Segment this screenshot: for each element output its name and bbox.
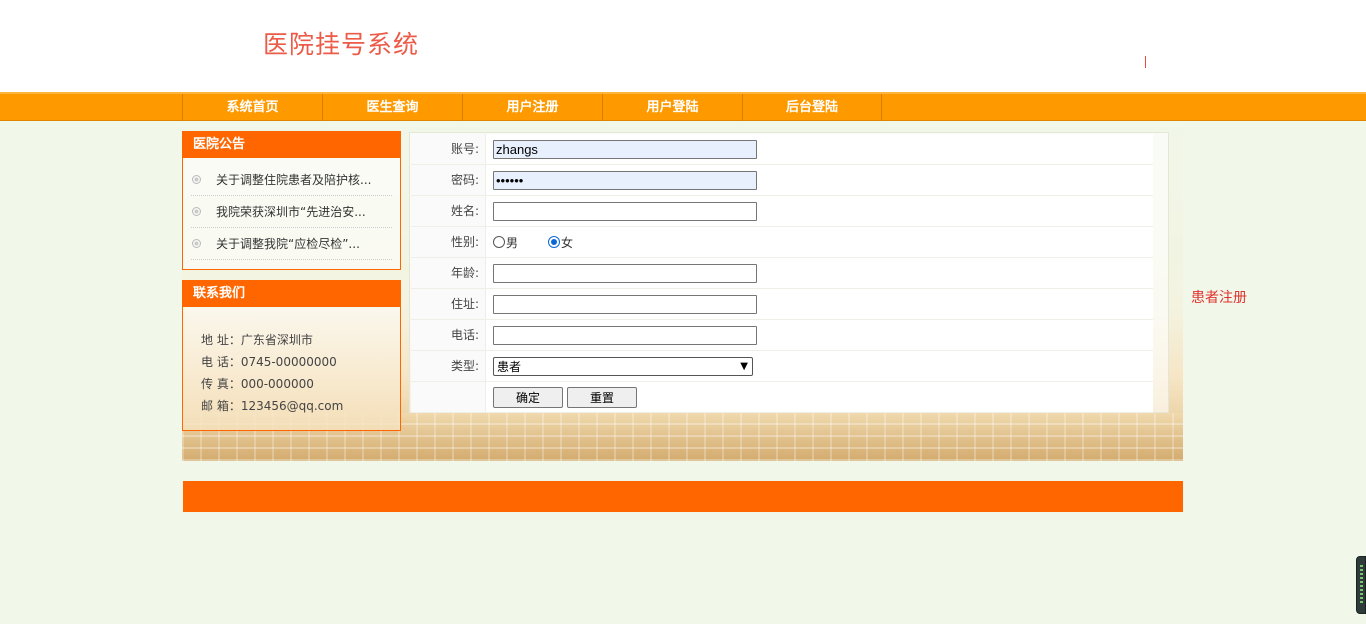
- type-select-value: 患者: [497, 359, 522, 374]
- account-input[interactable]: zhangs: [493, 139, 757, 159]
- bullet-icon: [192, 207, 201, 216]
- phone-label: 电话:: [411, 320, 486, 350]
- bullet-icon: [192, 175, 201, 184]
- notice-item[interactable]: 关于调整住院患者及陪护核...: [191, 164, 392, 196]
- contact-fax: 传 真：000-000000: [201, 377, 314, 391]
- form-row-age: 年龄:: [411, 258, 1153, 289]
- actions-label-cell: [411, 382, 486, 412]
- patient-register-link[interactable]: 患者注册: [1191, 287, 1247, 307]
- notice-item-text: 关于调整我院“应检尽检”...: [216, 236, 360, 251]
- address-input[interactable]: [493, 294, 757, 314]
- main-nav: 系统首页 医生查询 用户注册 用户登陆 后台登陆: [0, 92, 1366, 121]
- form-row-address: 住址:: [411, 289, 1153, 320]
- account-label: 账号:: [411, 134, 486, 164]
- nav-item-home[interactable]: 系统首页: [182, 94, 322, 121]
- gender-male-radio[interactable]: [493, 236, 505, 248]
- type-select[interactable]: 患者 ▼: [493, 356, 753, 376]
- notice-item[interactable]: 关于调整我院“应检尽检”...: [191, 228, 392, 260]
- nav-item-login[interactable]: 用户登陆: [602, 94, 742, 121]
- confirm-button[interactable]: 确定: [493, 386, 563, 408]
- gender-female-label: 女: [561, 235, 574, 250]
- contact-phone: 电 话：0745-00000000: [201, 355, 337, 369]
- nav-item-doctor-search[interactable]: 医生查询: [322, 94, 462, 121]
- bullet-icon: [192, 239, 201, 248]
- form-row-type: 类型: 患者 ▼: [411, 351, 1153, 382]
- notice-item-text: 关于调整住院患者及陪护核...: [216, 172, 372, 187]
- form-row-name: 姓名:: [411, 196, 1153, 227]
- reset-button[interactable]: 重置: [567, 386, 637, 408]
- form-row-account: 账号: zhangs: [411, 134, 1153, 165]
- gender-male-label: 男: [506, 235, 519, 250]
- contact-email: 邮 箱：123456@qq.com: [201, 399, 344, 413]
- form-row-phone: 电话:: [411, 320, 1153, 351]
- gender-label: 性别:: [411, 227, 486, 257]
- contact-panel: 联系我们 地 址：广东省深圳市 电 话：0745-00000000 传 真：00…: [182, 280, 401, 431]
- name-input[interactable]: [493, 201, 757, 221]
- registration-form: 账号: zhangs 密码: •••••• 姓名: 性别: 男 女 年龄: 住址…: [409, 132, 1169, 413]
- notice-panel: 医院公告 关于调整住院患者及陪护核... 我院荣获深圳市“先进治安... 关于调…: [182, 131, 401, 270]
- name-label: 姓名:: [411, 196, 486, 226]
- footer-bar: [183, 481, 1183, 512]
- gender-female-radio[interactable]: [548, 236, 561, 248]
- contact-address: 地 址：广东省深圳市: [201, 333, 313, 347]
- password-label: 密码:: [411, 165, 486, 195]
- form-row-gender: 性别: 男 女: [411, 227, 1153, 258]
- password-input[interactable]: ••••••: [493, 170, 757, 190]
- notice-item[interactable]: 我院荣获深圳市“先进治安...: [191, 196, 392, 228]
- age-label: 年龄:: [411, 258, 486, 288]
- nav-item-register[interactable]: 用户注册: [462, 94, 602, 121]
- site-title: 医院挂号系统: [263, 30, 420, 59]
- chevron-down-icon: ▼: [740, 360, 748, 372]
- form-row-password: 密码: ••••••: [411, 165, 1153, 196]
- notice-item-text: 我院荣获深圳市“先进治安...: [216, 204, 366, 219]
- notice-panel-title: 医院公告: [183, 132, 400, 158]
- text-cursor: [1145, 56, 1146, 68]
- type-label: 类型:: [411, 351, 486, 381]
- age-input[interactable]: [493, 263, 757, 283]
- nav-item-admin-login[interactable]: 后台登陆: [742, 94, 882, 121]
- gender-radio-group: 男 女: [493, 234, 603, 251]
- phone-input[interactable]: [493, 325, 757, 345]
- address-label: 住址:: [411, 289, 486, 319]
- page-header: 医院挂号系统: [0, 0, 1366, 92]
- contact-panel-title: 联系我们: [183, 281, 400, 307]
- side-scroll-widget[interactable]: [1356, 556, 1366, 614]
- form-row-actions: 确定 重置: [411, 382, 1153, 413]
